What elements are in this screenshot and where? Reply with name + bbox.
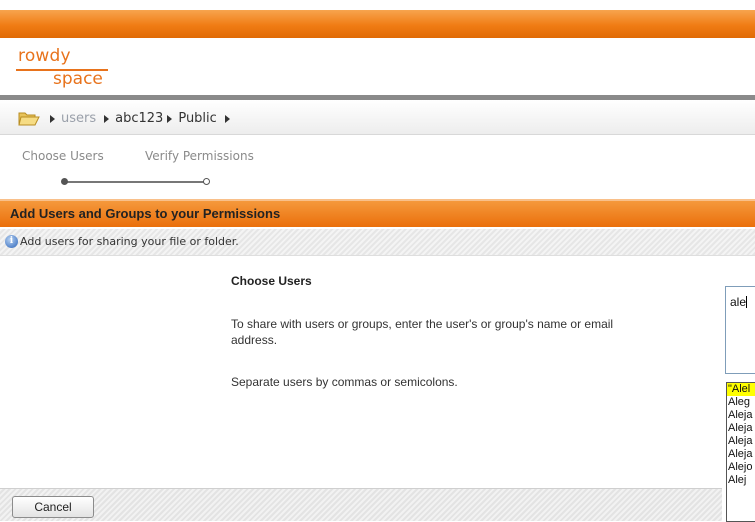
info-text: Add users for sharing your file or folde… <box>20 235 239 248</box>
breadcrumb-item-abc123[interactable]: abc123 <box>115 111 163 126</box>
suggestion-item[interactable]: Aleja <box>727 448 755 461</box>
main-content: Choose Users To share with users or grou… <box>0 256 755 488</box>
breadcrumb-arrow-icon <box>104 114 110 123</box>
suggestion-item[interactable]: Alej <box>727 474 755 487</box>
logo-text-line1: rowdy <box>18 46 71 66</box>
info-bar: i Add users for sharing your file or fol… <box>0 229 755 256</box>
suggestion-item[interactable]: Aleja <box>727 409 755 422</box>
section-title: Add Users and Groups to your Permissions <box>10 206 281 221</box>
text-caret <box>746 296 748 308</box>
top-gap <box>0 0 755 10</box>
step-choose-users: Choose Users <box>22 149 104 163</box>
suggestion-item[interactable]: Aleja <box>727 422 755 435</box>
step-progress-line <box>64 181 208 183</box>
step-pending-dot-icon <box>203 178 210 185</box>
suggestion-item[interactable]: Alejo <box>727 461 755 474</box>
app-logo[interactable]: rowdy space <box>16 46 116 94</box>
user-search-value: ale <box>730 295 747 309</box>
top-banner <box>0 10 755 38</box>
breadcrumb-arrow-icon <box>224 114 230 123</box>
suggestion-item[interactable]: "Alel <box>727 383 755 396</box>
footer-bar: Cancel <box>0 488 722 521</box>
breadcrumb-arrow-icon <box>50 114 55 123</box>
separator-hint-text: Separate users by commas or semicolons. <box>231 375 458 389</box>
breadcrumb-arrow-icon <box>167 114 173 123</box>
choose-users-title: Choose Users <box>231 274 312 288</box>
breadcrumb: users abc123 Public <box>0 95 755 135</box>
suggestion-item[interactable]: Aleg <box>727 396 755 409</box>
info-icon: i <box>5 235 18 248</box>
instructions-text: To share with users or groups, enter the… <box>231 317 614 347</box>
step-verify-permissions: Verify Permissions <box>145 149 254 163</box>
breadcrumb-item-users[interactable]: users <box>61 111 96 126</box>
cancel-button[interactable]: Cancel <box>12 496 94 518</box>
folder-icon[interactable] <box>18 110 40 127</box>
suggestion-item[interactable]: Aleja <box>727 435 755 448</box>
breadcrumb-item-public[interactable]: Public <box>178 111 216 126</box>
logo-text-line2: space <box>53 69 103 89</box>
user-search-input[interactable]: ale <box>725 286 755 374</box>
step-current-dot-icon <box>61 178 68 185</box>
autocomplete-list[interactable]: "Alel Aleg Aleja Aleja Aleja Aleja Alejo… <box>726 382 755 522</box>
section-header: Add Users and Groups to your Permissions <box>0 199 755 227</box>
